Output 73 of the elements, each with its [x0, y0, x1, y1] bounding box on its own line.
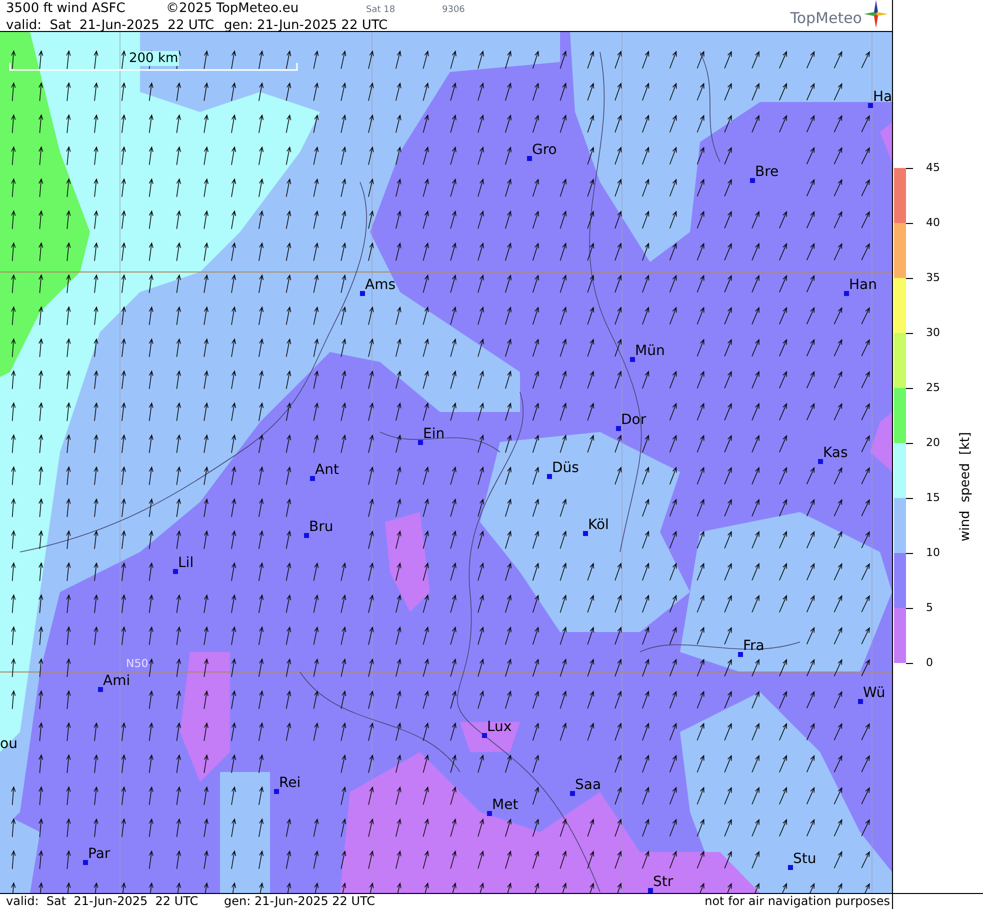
city-label: Saa	[575, 777, 602, 793]
city-marker	[83, 860, 88, 865]
compass-star-icon	[864, 0, 888, 28]
scale-tick-label: 5	[926, 602, 933, 614]
city-marker	[274, 789, 279, 794]
city-label: Wü	[863, 685, 886, 701]
scale-label: 200 km	[128, 51, 180, 66]
city-label: Kas	[823, 445, 848, 461]
city-marker	[583, 531, 588, 536]
city-label: Ams	[365, 277, 396, 293]
city-label: Düs	[552, 460, 579, 476]
valid-time: valid: Sat 21-Jun-2025 22 UTC	[6, 894, 200, 909]
city-label: Met	[492, 797, 518, 813]
city-label: Mün	[635, 343, 665, 359]
city-marker	[818, 459, 823, 464]
city-marker	[858, 699, 863, 704]
scale-tick-label: 40	[926, 217, 940, 229]
generated-time: gen: 21-Jun-2025 22 UTC	[224, 18, 388, 33]
city-label: Ami	[103, 673, 130, 689]
city-label: Fra	[743, 638, 764, 654]
map-title: 3500 ft wind ASFC	[6, 1, 126, 16]
city-label: Ha	[873, 89, 892, 105]
city-marker	[482, 733, 487, 738]
city-label: Lil	[178, 555, 194, 571]
city-label: Bru	[309, 519, 334, 535]
disclaimer-text: not for air navigation purposes	[704, 894, 891, 909]
city-marker	[418, 440, 423, 445]
city-marker	[750, 178, 755, 183]
city-marker	[547, 474, 552, 479]
city-marker	[310, 476, 315, 481]
city-label: Ein	[423, 426, 445, 442]
scale-tick-label: 15	[926, 492, 940, 504]
city-marker	[616, 426, 621, 431]
scale-tick-label: 45	[926, 162, 940, 174]
city-label: Köl	[588, 517, 609, 533]
scale-tick-label: 25	[926, 382, 940, 394]
scale-tick-label: 20	[926, 437, 940, 449]
city-marker	[527, 156, 532, 161]
city-marker	[630, 357, 635, 362]
city-label: Str	[653, 874, 674, 890]
city-label: Han	[849, 277, 877, 293]
logo-text: TopMeteo	[790, 9, 862, 27]
city-label: Dor	[621, 412, 646, 428]
copyright-text: ©2025 TopMeteo.eu	[166, 1, 300, 16]
city-marker	[304, 533, 309, 538]
scale-tick-label: 10	[926, 547, 940, 559]
latitude-label: N50	[126, 658, 148, 670]
city-marker	[738, 652, 743, 657]
city-label: Gro	[532, 142, 557, 158]
code-label: 9306	[442, 4, 465, 17]
valid-time: valid: Sat 21-Jun-2025 22 UTC	[6, 18, 216, 33]
city-label: Bre	[755, 164, 779, 180]
city-marker	[487, 811, 492, 816]
generated-time: gen: 21-Jun-2025 22 UTC	[224, 894, 376, 909]
scale-tick-label: 30	[926, 327, 940, 339]
city-marker	[868, 103, 873, 108]
city-marker	[648, 888, 653, 893]
city-marker	[788, 865, 793, 870]
city-label: Rei	[279, 775, 301, 791]
city-marker	[570, 791, 575, 796]
city-label: Ant	[315, 462, 339, 478]
city-marker	[173, 569, 178, 574]
scale-tick-label: 0	[926, 657, 933, 669]
scale-tick-label: 35	[926, 272, 940, 284]
city-label: ou	[0, 736, 18, 752]
city-label: Lux	[487, 719, 512, 735]
run-label: Sat 18	[366, 4, 396, 17]
city-marker	[98, 687, 103, 692]
city-marker	[844, 291, 849, 296]
city-label: Stu	[793, 851, 816, 867]
city-marker	[360, 291, 365, 296]
city-label: Par	[88, 846, 110, 862]
legend-title: wind speed [kt]	[957, 432, 974, 542]
